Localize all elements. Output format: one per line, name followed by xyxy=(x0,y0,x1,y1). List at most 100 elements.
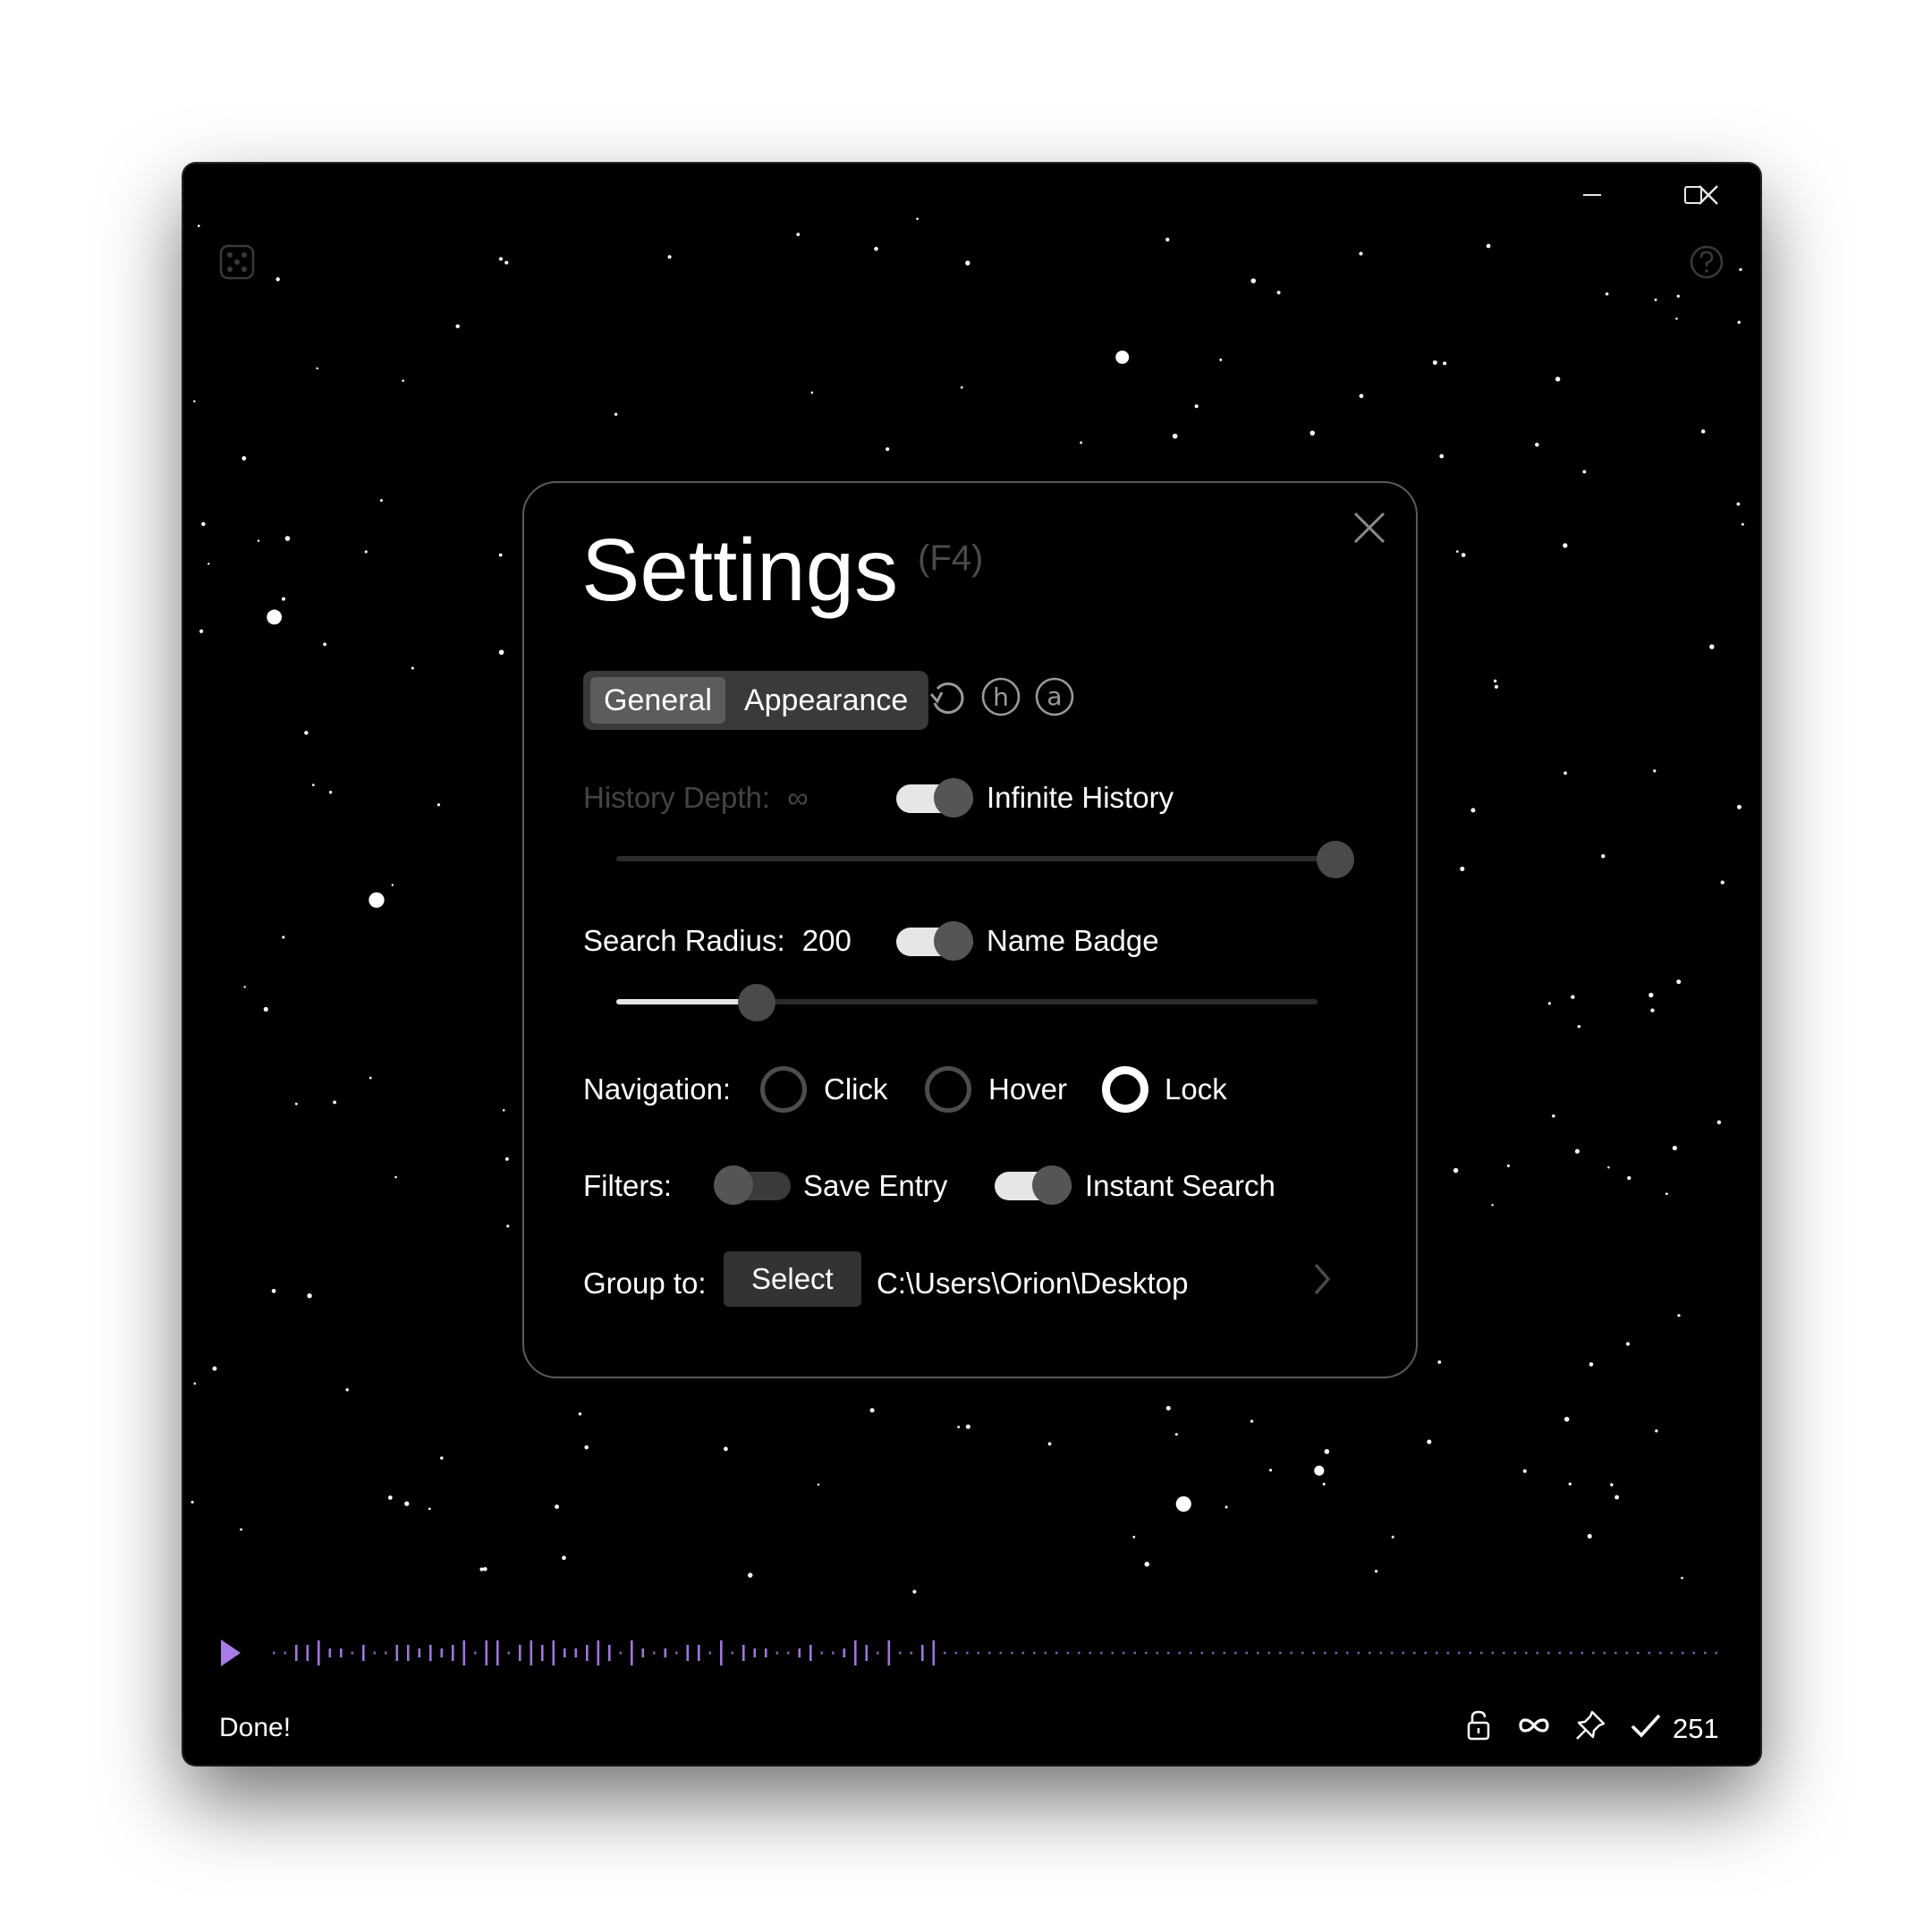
timeline-tick xyxy=(742,1645,745,1661)
timeline-tick xyxy=(1021,1651,1025,1655)
timeline-tick xyxy=(1424,1651,1428,1655)
svg-text:h: h xyxy=(993,682,1009,712)
search-radius-text: Search Radius: xyxy=(583,924,785,957)
star xyxy=(271,1288,276,1293)
star xyxy=(1601,854,1606,859)
settings-dialog: Settings (F4) General Appearance h a His… xyxy=(522,481,1418,1378)
slider-thumb[interactable] xyxy=(737,984,775,1021)
star xyxy=(1522,1469,1527,1473)
star xyxy=(1665,1192,1668,1196)
check-icon[interactable] xyxy=(1628,1707,1664,1743)
timeline-tick xyxy=(519,1645,521,1661)
timeline-tick xyxy=(385,1651,387,1655)
timeline-scrubber[interactable] xyxy=(210,1631,1731,1675)
star xyxy=(284,536,291,541)
help-icon[interactable] xyxy=(1689,244,1724,280)
timeline-tick xyxy=(306,1645,309,1661)
timeline-tick xyxy=(1603,1651,1606,1655)
history-depth-slider[interactable] xyxy=(616,839,1354,878)
star xyxy=(1547,1002,1552,1005)
timeline-tick xyxy=(1044,1651,1047,1655)
star xyxy=(578,1412,582,1416)
star xyxy=(504,1157,509,1161)
radio-hover[interactable] xyxy=(925,1066,971,1113)
timeline-tick xyxy=(1257,1651,1259,1655)
save-entry-toggle[interactable] xyxy=(714,1165,791,1205)
star xyxy=(1677,1314,1681,1318)
star xyxy=(1614,1495,1620,1500)
star xyxy=(1439,453,1445,459)
radio-click[interactable] xyxy=(760,1066,807,1113)
star xyxy=(1322,1482,1326,1486)
slider-thumb[interactable] xyxy=(1317,841,1354,878)
star xyxy=(212,1366,217,1371)
timeline-tick xyxy=(921,1645,924,1661)
search-radius-slider[interactable] xyxy=(616,982,1318,1021)
settings-tabs: General Appearance xyxy=(583,671,929,730)
item-count: 251 xyxy=(1673,1713,1719,1744)
filters-label: Filters: xyxy=(583,1169,672,1202)
timeline-tick xyxy=(686,1645,690,1661)
slider-rail xyxy=(616,856,1335,861)
timeline-tick xyxy=(1580,1651,1584,1655)
pin-icon[interactable] xyxy=(1572,1707,1608,1743)
star xyxy=(242,456,247,461)
h-circle-icon[interactable]: h xyxy=(980,676,1021,717)
chevron-right-icon[interactable] xyxy=(1309,1259,1335,1299)
star xyxy=(197,225,200,227)
star xyxy=(1276,291,1281,295)
radio-click-label: Click xyxy=(824,1072,888,1106)
name-badge-label: Name Badge xyxy=(987,924,1159,957)
radio-hover-label: Hover xyxy=(988,1072,1068,1106)
timeline-tick xyxy=(1066,1651,1070,1655)
star xyxy=(1672,1145,1677,1151)
timeline-tick xyxy=(1301,1651,1304,1655)
timeline-tick xyxy=(720,1640,723,1665)
star xyxy=(1654,298,1657,301)
star xyxy=(411,666,414,670)
timeline-tick xyxy=(507,1651,511,1655)
close-settings-icon[interactable] xyxy=(1350,508,1389,547)
lock-icon[interactable] xyxy=(1461,1707,1496,1743)
infinite-history-toggle[interactable] xyxy=(896,778,973,818)
star xyxy=(428,1507,431,1511)
star xyxy=(1737,320,1741,325)
timeline-tick xyxy=(1133,1651,1137,1655)
radio-lock[interactable] xyxy=(1102,1066,1148,1113)
tab-general[interactable]: General xyxy=(590,677,725,724)
undo-icon[interactable] xyxy=(927,676,968,717)
star xyxy=(957,1426,961,1428)
timeline-tick xyxy=(351,1651,354,1655)
star xyxy=(584,1445,589,1450)
play-icon[interactable] xyxy=(221,1640,241,1666)
minimize-button[interactable] xyxy=(1543,164,1641,226)
timeline-tick xyxy=(999,1651,1003,1655)
star xyxy=(387,1496,393,1500)
history-depth-value: ∞ xyxy=(787,781,809,814)
star xyxy=(1610,1483,1614,1487)
timeline-tick xyxy=(1436,1651,1438,1655)
star xyxy=(810,391,814,394)
timeline-tick xyxy=(1391,1651,1394,1655)
close-window-button[interactable] xyxy=(1659,164,1758,226)
name-badge-toggle[interactable] xyxy=(896,921,973,961)
timeline-tick xyxy=(1033,1651,1036,1655)
svg-text:a: a xyxy=(1046,682,1062,711)
instant-search-toggle[interactable] xyxy=(995,1165,1072,1205)
star xyxy=(1491,1204,1494,1207)
timeline-tick xyxy=(1682,1651,1684,1655)
star xyxy=(1648,992,1654,998)
star xyxy=(1194,404,1199,409)
a-circle-icon[interactable]: a xyxy=(1034,676,1075,717)
star xyxy=(281,597,286,601)
star xyxy=(1165,237,1170,242)
star xyxy=(1494,684,1498,689)
infinity-icon[interactable] xyxy=(1516,1707,1552,1743)
star xyxy=(1700,429,1706,434)
tab-appearance[interactable]: Appearance xyxy=(731,677,921,724)
select-folder-button[interactable]: Select xyxy=(724,1251,861,1307)
star xyxy=(874,247,878,251)
star xyxy=(1461,553,1466,557)
star xyxy=(193,1382,197,1385)
dice-icon[interactable] xyxy=(219,244,255,280)
